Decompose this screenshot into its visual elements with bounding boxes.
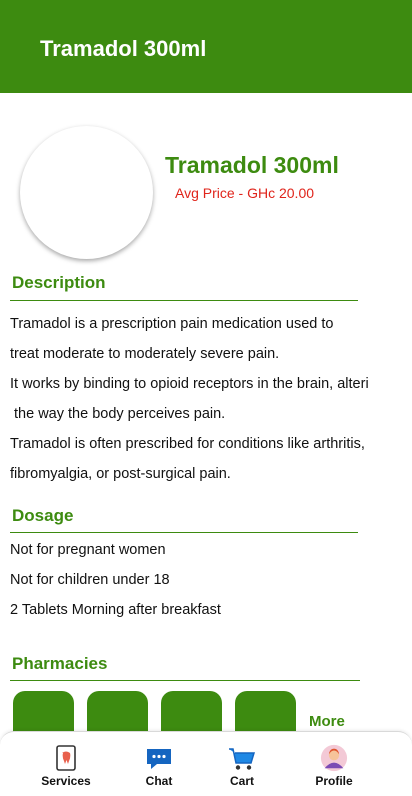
profile-avatar-icon [320,744,348,772]
nav-cart[interactable]: Cart [202,744,282,788]
nav-label: Profile [315,774,353,788]
nav-services[interactable]: Services [26,744,106,788]
nav-label: Chat [145,774,173,788]
dosage-line: 2 Tablets Morning after breakfast [10,602,221,618]
product-price: Avg Price - GHc 20.00 [175,185,315,201]
nav-label: Cart [229,774,254,788]
description-divider [10,300,358,301]
chat-bubble-icon [147,749,171,769]
nav-chat[interactable]: Chat [119,744,199,788]
description-heading: Description [12,273,106,292]
dosage-heading: Dosage [12,506,74,525]
description-line: treat moderate to moderately severe pain… [10,346,280,362]
page-title: Tramadol 300ml [40,36,207,61]
dosage-divider [10,532,358,533]
description-line: It works by binding to opioid receptors … [10,376,369,392]
dosage-line: Not for pregnant women [10,542,166,558]
app-bar: Tramadol 300ml [0,0,412,93]
product-name: Tramadol 300ml [165,152,339,178]
description-line: Tramadol is a prescription pain medicati… [10,316,334,332]
dosage-line: Not for children under 18 [10,572,170,588]
product-image [20,126,153,259]
nav-label: Services [41,774,91,788]
more-pharmacies-link[interactable]: More [309,713,345,730]
description-line: the way the body perceives pain. [10,406,226,422]
pharmacies-heading: Pharmacies [12,654,108,673]
description-line: fibromyalgia, or post-surgical pain. [10,466,231,482]
nav-profile[interactable]: Profile [294,744,374,788]
description-line: Tramadol is often prescribed for conditi… [10,436,365,452]
pharmacies-divider [10,680,360,681]
services-tooth-icon [56,745,76,771]
cart-icon [229,748,256,770]
bottom-navigation: Services Chat Cart Profile [0,731,412,796]
